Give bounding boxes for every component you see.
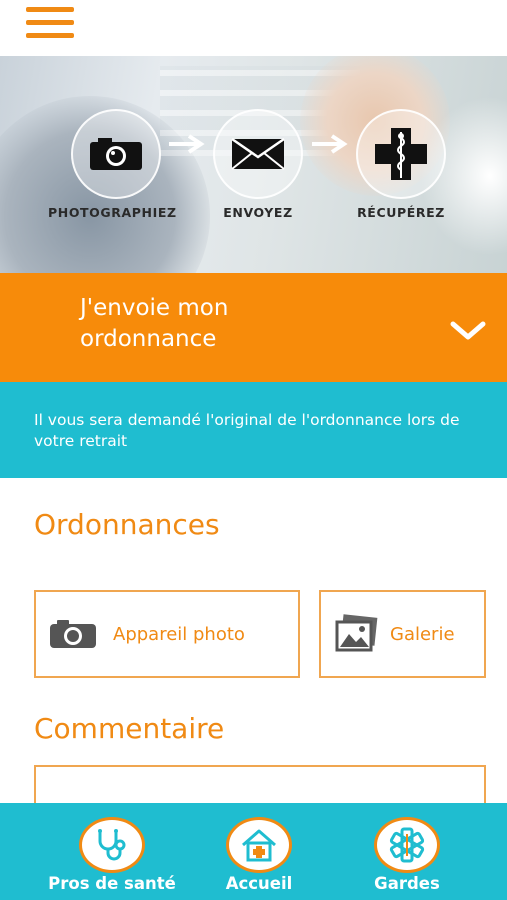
info-text: Il vous sera demandé l'original de l'ord… xyxy=(34,411,460,450)
hero-banner: PHOTOGRAPHIEZ ENVOYEZ RÉCUPÉREZ xyxy=(0,56,507,273)
bottom-tab-bar: Pros de santé Accueil Gardes xyxy=(0,803,507,900)
step-label: RÉCUPÉREZ xyxy=(357,205,445,220)
step-send: ENVOYEZ xyxy=(212,109,304,220)
camera-button[interactable]: Appareil photo xyxy=(34,590,300,678)
ordonnances-title: Ordonnances xyxy=(34,508,220,541)
medical-star-icon xyxy=(374,817,440,873)
tab-label: Accueil xyxy=(225,874,293,893)
tab-label: Pros de santé xyxy=(48,874,176,893)
step-photograph: PHOTOGRAPHIEZ xyxy=(48,109,176,220)
pharmacy-cross-icon xyxy=(356,109,446,199)
tab-label: Gardes xyxy=(374,874,440,893)
top-bar xyxy=(0,0,507,56)
comment-title: Commentaire xyxy=(34,712,225,745)
chevron-down-icon[interactable] xyxy=(449,320,487,342)
tab-gardes[interactable]: Gardes xyxy=(332,803,482,900)
arrow-right-icon xyxy=(312,134,348,154)
banner-title: J'envoie mon ordonnance xyxy=(80,295,229,352)
tab-accueil[interactable]: Accueil xyxy=(184,803,334,900)
gallery-icon xyxy=(335,614,378,652)
stethoscope-icon xyxy=(79,817,145,873)
info-notice: Il vous sera demandé l'original de l'ord… xyxy=(0,382,507,478)
envelope-icon xyxy=(213,109,303,199)
camera-icon xyxy=(50,620,96,648)
gallery-button-label: Galerie xyxy=(390,623,455,645)
step-label: ENVOYEZ xyxy=(223,205,293,220)
camera-button-label: Appareil photo xyxy=(113,623,245,645)
arrow-right-icon xyxy=(169,134,205,154)
step-label: PHOTOGRAPHIEZ xyxy=(48,205,177,220)
hamburger-menu-icon[interactable] xyxy=(26,7,76,41)
step-retrieve: RÉCUPÉREZ xyxy=(355,109,447,220)
camera-icon xyxy=(71,109,161,199)
home-icon xyxy=(226,817,292,873)
send-prescription-banner[interactable]: J'envoie mon ordonnance xyxy=(0,273,507,382)
tab-pros-de-sante[interactable]: Pros de santé xyxy=(37,803,187,900)
gallery-button[interactable]: Galerie xyxy=(319,590,486,678)
